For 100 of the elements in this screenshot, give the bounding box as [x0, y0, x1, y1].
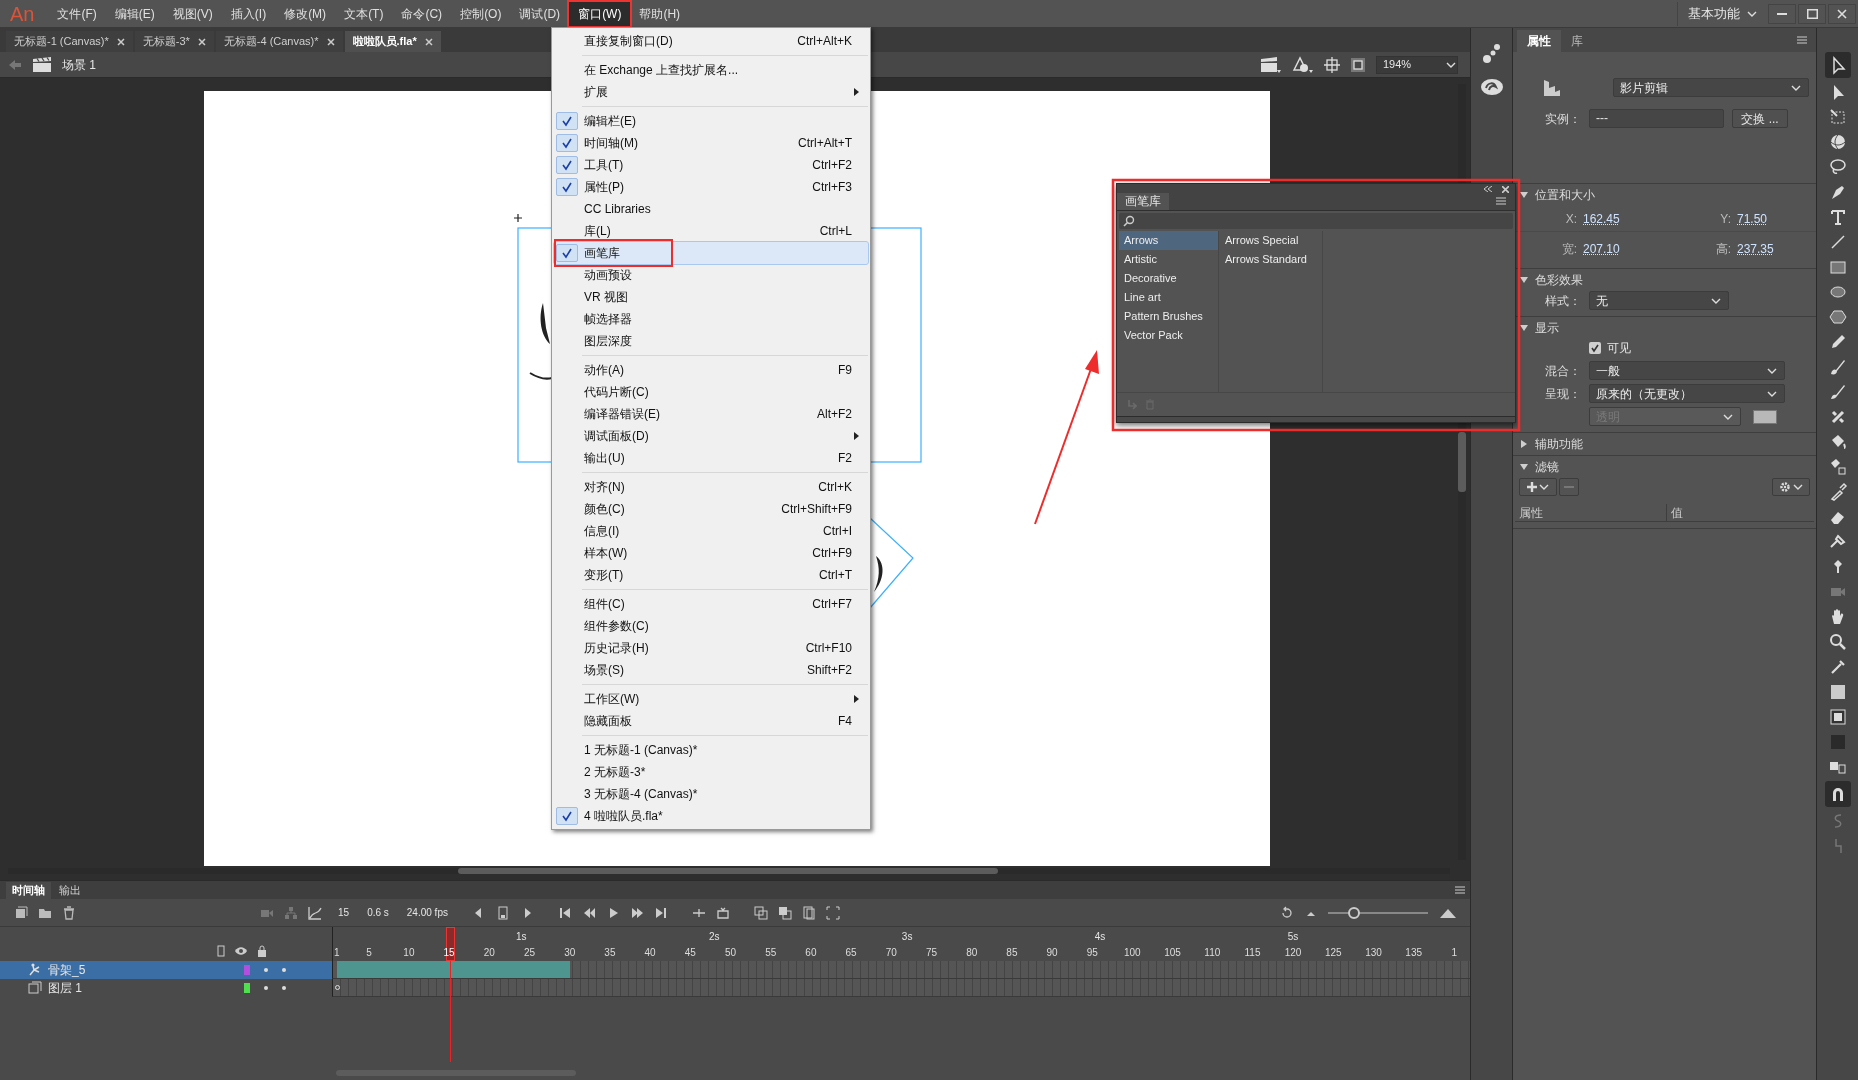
scene-label: 场景 1: [62, 56, 96, 74]
field-label: X:: [1564, 210, 1577, 228]
app-logo: An: [10, 3, 35, 24]
elapsed-time[interactable]: 0.6 s: [367, 905, 389, 920]
panel-tab[interactable]: 画笔库: [1117, 193, 1169, 210]
document-tab[interactable]: 啦啦队员.fla*: [344, 31, 441, 52]
menu-item[interactable]: 组件(C) Ctrl+F7: [554, 593, 868, 615]
menu-item[interactable]: 直接复制窗口(D) Ctrl+Alt+K: [554, 30, 868, 52]
menu-item[interactable]: 帧选择器: [554, 308, 868, 330]
section-header[interactable]: 色彩效果: [1513, 269, 1816, 291]
style-dropdown[interactable]: 无: [1589, 291, 1729, 310]
menu-item[interactable]: 变形(T) Ctrl+T: [554, 564, 868, 586]
menu-item[interactable]: 画笔库: [554, 242, 868, 264]
menu-item[interactable]: 组件参数(C): [554, 615, 868, 637]
menu-item[interactable]: 控制(O): [451, 1, 511, 26]
menu-item[interactable]: 编译器错误(E) Alt+F2: [554, 403, 868, 425]
menu-item[interactable]: 3 无标题-4 (Canvas)*: [554, 783, 868, 805]
menu-item[interactable]: 库(L) Ctrl+L: [554, 220, 868, 242]
section-header[interactable]: 显示: [1513, 317, 1816, 339]
field-label: 混合：: [1545, 362, 1582, 380]
instance-name-field[interactable]: ---: [1589, 109, 1724, 128]
menu-item[interactable]: 帮助(H): [630, 1, 690, 26]
panel-tab[interactable]: 库: [1561, 30, 1593, 52]
panel-tab[interactable]: 属性: [1517, 30, 1561, 52]
column-header: 值: [1670, 505, 1684, 521]
menu-item[interactable]: 输出(U) F2: [554, 447, 868, 469]
brush-item[interactable]: Arrows Special: [1225, 231, 1322, 250]
menu-item[interactable]: 调试(D): [510, 1, 570, 26]
symbol-type-dropdown[interactable]: 影片剪辑: [1613, 78, 1809, 97]
menu-item[interactable]: 编辑(E): [105, 1, 164, 26]
menu-item[interactable]: 插入(I): [221, 1, 276, 26]
numeric-field[interactable]: 207.10: [1583, 240, 1657, 258]
category-item[interactable]: Arrows: [1119, 231, 1218, 250]
menu-item[interactable]: 属性(P) Ctrl+F3: [554, 176, 868, 198]
category-item[interactable]: Line art: [1119, 288, 1218, 307]
menu-item[interactable]: 动画预设: [554, 264, 868, 286]
menu-item[interactable]: 对齐(N) Ctrl+K: [554, 476, 868, 498]
menu-item[interactable]: 视图(V): [163, 1, 222, 26]
layer-row[interactable]: 骨架_5: [0, 961, 332, 979]
section-header[interactable]: 位置和大小: [1513, 184, 1816, 206]
frame-number: 70: [885, 946, 897, 960]
zoom-field[interactable]: 194%: [1376, 55, 1458, 74]
menu-item[interactable]: 1 无标题-1 (Canvas)*: [554, 739, 868, 761]
category-item[interactable]: Vector Pack: [1119, 326, 1218, 345]
frame-number: 90: [1046, 946, 1058, 960]
menu-item[interactable]: 命令(C): [392, 1, 452, 26]
menu-item[interactable]: 工具(T) Ctrl+F2: [554, 154, 868, 176]
menu-item[interactable]: 隐藏面板 F4: [554, 710, 868, 732]
frame-number: 110: [1204, 946, 1221, 960]
brush-item[interactable]: Arrows Standard: [1225, 250, 1322, 269]
menu-item[interactable]: 在 Exchange 上查找扩展名...: [554, 59, 868, 81]
category-item[interactable]: Decorative: [1119, 269, 1218, 288]
frame-number: 65: [845, 946, 857, 960]
menu-item[interactable]: 窗口(W): [569, 1, 631, 26]
menu-item[interactable]: 文本(T): [335, 1, 393, 26]
document-tab[interactable]: 无标题-3*: [134, 31, 214, 52]
timeline-tab[interactable]: 时间轴: [6, 882, 51, 899]
menu-item[interactable]: 图层深度: [554, 330, 868, 352]
menu-item[interactable]: 调试面板(D): [554, 425, 868, 447]
category-item[interactable]: Artistic: [1119, 250, 1218, 269]
frame-number: 45: [684, 946, 696, 960]
frame-rate[interactable]: 24.00 fps: [406, 905, 448, 920]
menu-item[interactable]: 信息(I) Ctrl+I: [554, 520, 868, 542]
menu-item[interactable]: 编辑栏(E): [554, 110, 868, 132]
frame-number: 125: [1324, 946, 1342, 960]
menu-item[interactable]: CC Libraries: [554, 198, 868, 220]
menu-item[interactable]: 动作(A) F9: [554, 359, 868, 381]
menu-item[interactable]: 修改(M): [275, 1, 336, 26]
timeline-tab[interactable]: 输出: [53, 882, 87, 899]
menu-item[interactable]: VR 视图: [554, 286, 868, 308]
menu-item[interactable]: 时间轴(M) Ctrl+Alt+T: [554, 132, 868, 154]
menu-item[interactable]: 扩展: [554, 81, 868, 103]
frame-number: 1: [334, 946, 340, 960]
document-tab[interactable]: 无标题-1 (Canvas)*: [6, 31, 133, 52]
menu-item[interactable]: 历史记录(H) Ctrl+F10: [554, 637, 868, 659]
numeric-field[interactable]: 237.35: [1737, 240, 1811, 258]
menu-item[interactable]: 场景(S) Shift+F2: [554, 659, 868, 681]
workspace-switcher[interactable]: 基本功能: [1677, 1, 1768, 26]
current-frame[interactable]: 15: [338, 905, 350, 920]
frame-number: 20: [483, 946, 495, 960]
numeric-field[interactable]: 71.50: [1737, 209, 1811, 228]
menu-item[interactable]: 代码片断(C): [554, 381, 868, 403]
swap-button[interactable]: 交换 ...: [1732, 109, 1788, 128]
blend-dropdown[interactable]: 一般: [1589, 361, 1785, 380]
render-dropdown[interactable]: 原来的（无更改）: [1589, 384, 1785, 403]
menu-item[interactable]: 文件(F): [48, 1, 106, 26]
seconds-label: 2s: [708, 930, 720, 944]
frame-number: 40: [644, 946, 656, 960]
menu-item[interactable]: 4 啦啦队员.fla*: [554, 805, 868, 827]
numeric-field[interactable]: 162.45: [1583, 209, 1657, 228]
menu-item[interactable]: 工作区(W): [554, 688, 868, 710]
frame-number: 15: [443, 946, 455, 960]
menu-item[interactable]: 样本(W) Ctrl+F9: [554, 542, 868, 564]
section-header[interactable]: 滤镜: [1513, 456, 1816, 478]
menu-item[interactable]: 颜色(C) Ctrl+Shift+F9: [554, 498, 868, 520]
frame-number: 30: [564, 946, 576, 960]
category-item[interactable]: Pattern Brushes: [1119, 307, 1218, 326]
menu-item[interactable]: 2 无标题-3*: [554, 761, 868, 783]
section-header[interactable]: 辅助功能: [1513, 433, 1816, 455]
document-tab[interactable]: 无标题-4 (Canvas)*: [215, 31, 343, 52]
